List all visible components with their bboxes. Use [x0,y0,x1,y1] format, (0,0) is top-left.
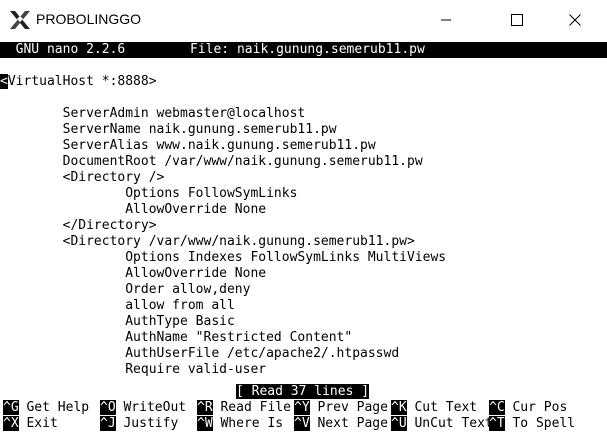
window-titlebar: PROBOLINGGO [0,0,607,40]
shortcut-key: ^V [294,416,310,431]
shortcut-label: To Spell [504,416,576,431]
shortcut-label: Get Help [18,400,90,415]
close-icon [569,14,581,26]
editor-line-text: VirtualHost *:8888> [7,74,157,89]
shortcut-label: Where Is [212,416,284,431]
shortcut-label: WriteOut [115,400,187,415]
editor-line[interactable]: Options Indexes FollowSymLinks MultiView… [0,250,446,266]
editor-line[interactable]: </Directory> [0,218,157,234]
shortcut-key: ^T [489,416,505,431]
editor-line[interactable]: AuthName "Restricted Content" [0,330,352,346]
editor-line[interactable]: AuthType Basic [0,314,235,330]
maximize-button[interactable] [494,0,540,40]
editor-line[interactable]: Require valid-user [0,362,266,378]
editor-line[interactable]: Options FollowSymLinks [0,186,297,202]
editor-line[interactable]: <Directory /> [0,170,165,186]
nano-version: GNU nano 2.2.6 [0,42,126,58]
shortcut-key: ^O [100,400,116,415]
shortcut-item[interactable]: ^Y Prev Page [294,400,388,416]
shortcut-key: ^G [3,400,19,415]
minimize-button[interactable] [423,0,469,40]
shortcut-label: Cur Pos [504,400,568,415]
shortcut-label: Read File [212,400,291,415]
shortcut-label: Justify [115,416,179,431]
editor-line[interactable]: allow from all [0,298,235,314]
shortcut-item[interactable]: ^J Justify [100,416,178,432]
close-button[interactable] [552,0,598,40]
status-text: [ Read 37 lines ] [236,384,370,399]
shortcut-key: ^U [391,416,407,431]
shortcut-key: ^X [3,416,19,431]
shortcut-item[interactable]: ^O WriteOut [100,400,186,416]
shortcut-item[interactable]: ^V Next Page [294,416,388,432]
shortcut-item[interactable]: ^G Get Help [3,400,89,416]
x-logo-icon [10,11,30,29]
minimize-icon [441,19,451,21]
text-cursor: < [0,74,8,89]
shortcut-item[interactable]: ^T To Spell [489,416,575,432]
shortcut-key: ^W [197,416,213,431]
window-title: PROBOLINGGO [36,11,142,27]
maximize-icon [511,14,523,26]
shortcut-item[interactable]: ^R Read File [197,400,291,416]
shortcut-key: ^J [100,416,116,431]
editor-line[interactable]: ServerAlias www.naik.gunung.semerub11.pw [0,138,376,154]
shortcut-key: ^C [489,400,505,415]
shortcut-item[interactable]: ^C Cur Pos [489,400,567,416]
shortcut-item[interactable]: ^U UnCut Text [391,416,493,432]
shortcut-label: Cut Text [406,400,478,415]
nano-header-bar: GNU nano 2.2.6 File: naik.gunung.semerub… [0,42,607,58]
editor-line[interactable]: ServerName naik.gunung.semerub11.pw [0,122,337,138]
shortcut-item[interactable]: ^W Where Is [197,416,283,432]
editor-line[interactable]: AuthUserFile /etc/apache2/.htpasswd [0,346,399,362]
editor-line[interactable]: AllowOverride None [0,266,266,282]
editor-line[interactable]: DocumentRoot /var/www/naik.gunung.semeru… [0,154,423,170]
terminal-area[interactable]: GNU nano 2.2.6 File: naik.gunung.semerub… [0,40,607,435]
editor-line-0[interactable]: <VirtualHost *:8888> [0,74,157,90]
editor-line[interactable]: AllowOverride None [0,202,266,218]
status-message: [ Read 37 lines ] [236,384,370,400]
shortcut-label: UnCut Text [406,416,493,431]
editor-line[interactable]: Order allow,deny [0,282,250,298]
editor-line[interactable]: ServerAdmin webmaster@localhost [0,106,306,122]
shortcut-item[interactable]: ^X Exit [3,416,58,432]
shortcut-label: Exit [18,416,58,431]
nano-file-label: File: naik.gunung.semerub11.pw [190,42,425,58]
shortcut-key: ^R [197,400,213,415]
editor-line[interactable]: <Directory /var/www/naik.gunung.semerub1… [0,234,415,250]
shortcut-key: ^Y [294,400,310,415]
shortcut-label: Prev Page [309,400,388,415]
shortcut-label: Next Page [309,416,388,431]
shortcut-item[interactable]: ^K Cut Text [391,400,477,416]
shortcut-key: ^K [391,400,407,415]
